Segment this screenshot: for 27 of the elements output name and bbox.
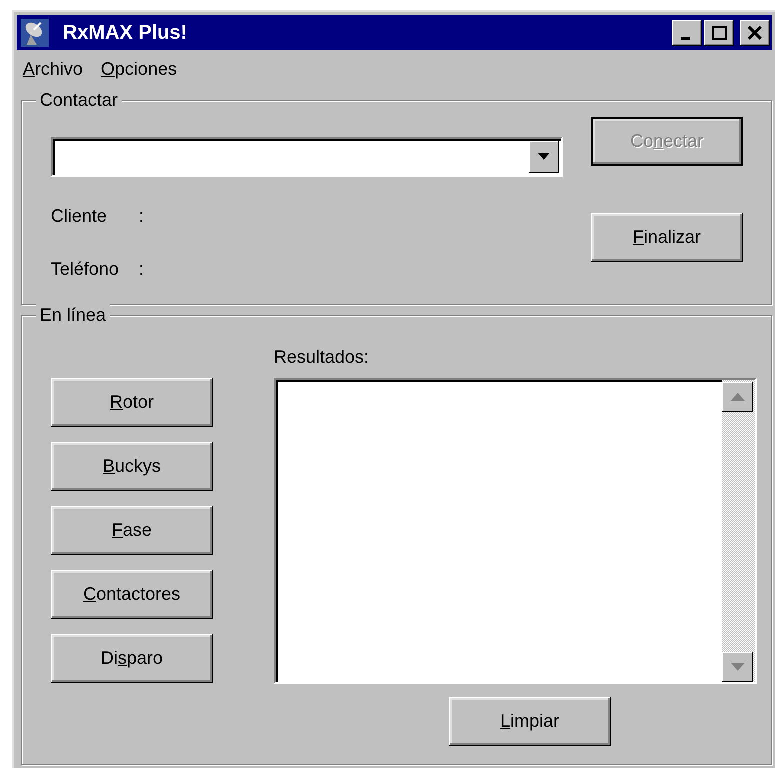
command-button[interactable]: Finalizar [591,213,743,262]
command-button[interactable]: Contactores [51,570,213,619]
scrollbar[interactable] [722,380,755,682]
scroll-down-icon[interactable] [722,652,753,682]
field-separator: : [139,205,144,228]
field-label: Cliente [51,205,108,228]
close-button[interactable] [740,20,770,46]
scroll-up-icon[interactable] [722,382,753,412]
results-label: Resultados: [274,346,370,369]
results-box[interactable] [274,378,757,684]
maximize-icon [712,26,726,40]
dropdown-field[interactable] [51,137,563,177]
menu-item[interactable]: Archivo [21,56,86,82]
satellite-dish-icon [21,18,49,46]
clear-button[interactable]: Limpiar [449,697,611,746]
minimize-icon [680,37,690,40]
close-icon [748,26,762,40]
minimize-button[interactable] [672,20,702,46]
window-title: RxMAX Plus! [63,20,188,46]
command-button[interactable]: Fase [51,506,213,555]
command-button[interactable]: Disparo [51,634,213,683]
field-label: Teléfono [51,258,120,281]
menu-item[interactable]: Opciones [99,56,180,82]
command-button[interactable]: Rotor [51,378,213,427]
maximize-button[interactable] [704,20,734,46]
command-button[interactable]: Buckys [51,442,213,491]
field-separator: : [139,258,144,281]
